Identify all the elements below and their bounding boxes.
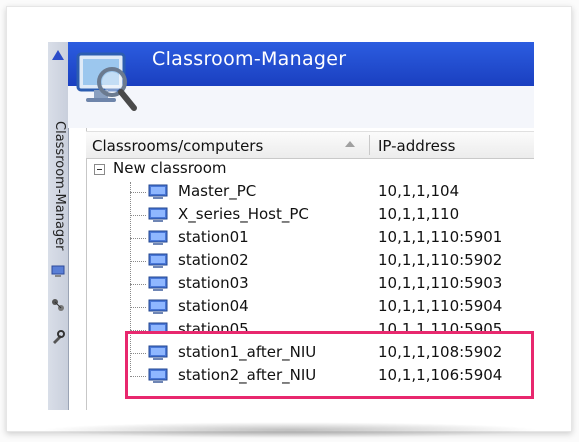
table-row[interactable]: station03 10,1,1,110:5903	[86, 273, 534, 295]
column-header-row: Classrooms/computers IP-address	[86, 131, 534, 159]
classroom-manager-logo-icon	[76, 52, 137, 111]
table-row[interactable]: station05 10,1,1,110:5905	[86, 319, 534, 331]
ip-address: 10,1,1,110:5903	[378, 274, 503, 292]
computer-icon	[148, 230, 168, 245]
ip-address: 10,1,1,110:5905	[378, 320, 503, 331]
tree-branch-line	[130, 238, 146, 239]
computer-name: station1_after_NIU	[178, 343, 317, 361]
computer-name: station03	[178, 274, 249, 292]
tree-branch-line	[130, 376, 146, 377]
ip-address: 10,1,1,110:5904	[378, 297, 503, 315]
computer-icon	[148, 276, 168, 291]
ip-address: 10,1,1,106:5904	[378, 366, 503, 384]
computer-name: station2_after_NIU	[178, 366, 317, 384]
app-title: Classroom-Manager	[152, 48, 347, 70]
tree-branch-line	[130, 192, 146, 193]
table-row[interactable]: station2_after_NIU 10,1,1,106:5904	[86, 365, 534, 387]
ip-address: 10,1,1,110:5902	[378, 251, 503, 269]
column-header-ip[interactable]: IP-address	[378, 137, 455, 155]
monitor-icon[interactable]	[51, 264, 65, 278]
table-row[interactable]: station1_after_NIU 10,1,1,108:5902	[86, 342, 534, 364]
computer-name: station05	[178, 320, 249, 331]
sort-ascending-icon	[345, 141, 355, 147]
tree-branch-line	[130, 307, 146, 308]
table-row[interactable]: station04 10,1,1,110:5904	[86, 296, 534, 318]
computer-icon	[148, 345, 168, 360]
computer-icon	[148, 368, 168, 383]
computer-icon	[148, 322, 168, 331]
group-label: New classroom	[113, 159, 227, 177]
table-row[interactable]: Master_PC 10,1,1,104	[86, 181, 534, 203]
vertical-sidebar: Classroom-Manager	[48, 42, 69, 410]
tree-branch-line	[130, 330, 146, 331]
computer-name: X_series_Host_PC	[178, 205, 309, 223]
table-row[interactable]: station01 10,1,1,110:5901	[86, 227, 534, 249]
ip-address: 10,1,1,110	[378, 205, 460, 223]
tree-branch-line	[130, 284, 146, 285]
computer-icon	[148, 253, 168, 268]
column-header-classrooms[interactable]: Classrooms/computers	[92, 137, 263, 155]
sidebar-title: Classroom-Manager	[52, 121, 67, 251]
tree-group-new-classroom[interactable]: New classroom	[86, 158, 534, 180]
tree-branch-line	[130, 261, 146, 262]
card-shadow	[40, 422, 540, 438]
ip-address: 10,1,1,104	[378, 182, 460, 200]
computer-name: Master_PC	[178, 182, 257, 200]
tree-branch-line	[130, 215, 146, 216]
collapse-icon[interactable]	[94, 164, 105, 175]
computer-name: station01	[178, 228, 249, 246]
computer-icon	[148, 184, 168, 199]
tree-branch-line	[130, 353, 146, 354]
column-divider[interactable]	[369, 135, 370, 155]
up-arrow-icon[interactable]	[52, 50, 64, 60]
ip-address: 10,1,1,108:5902	[378, 343, 503, 361]
table-row[interactable]: X_series_Host_PC 10,1,1,110	[86, 204, 534, 226]
computer-icon	[148, 207, 168, 222]
computer-name: station04	[178, 297, 249, 315]
tools-icon[interactable]	[51, 330, 65, 344]
computer-name: station02	[178, 251, 249, 269]
computer-icon	[148, 299, 168, 314]
table-row[interactable]: station02 10,1,1,110:5902	[86, 250, 534, 272]
ip-address: 10,1,1,110:5901	[378, 228, 503, 246]
network-icon[interactable]	[51, 298, 65, 312]
